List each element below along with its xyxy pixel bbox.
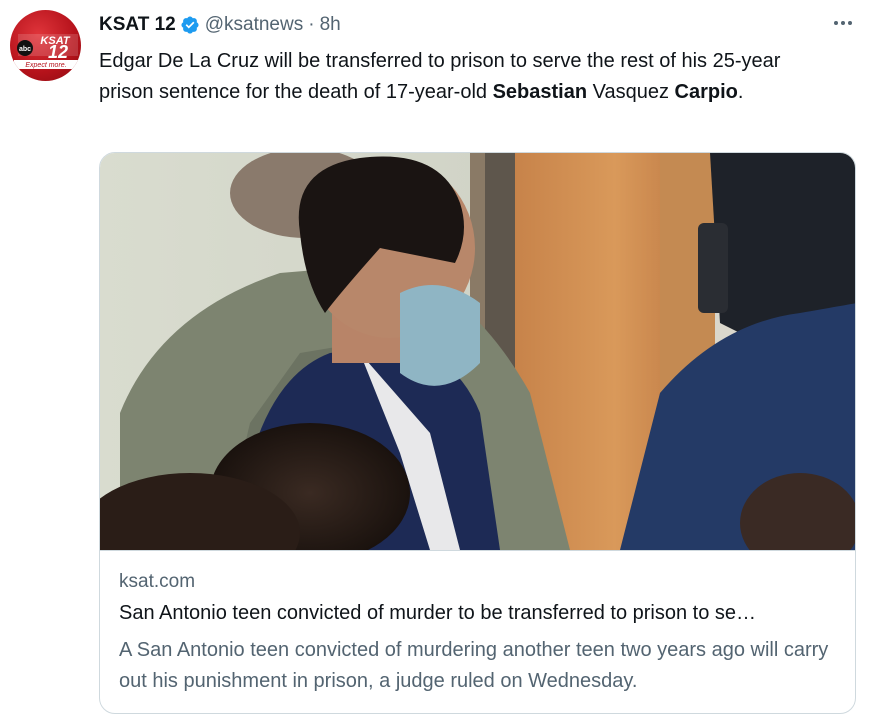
card-description: A San Antonio teen convicted of murderin… <box>119 639 829 692</box>
more-horizontal-icon <box>834 21 852 25</box>
svg-text:Expect more.: Expect more. <box>25 62 66 69</box>
verified-badge-icon <box>181 16 199 34</box>
card-title[interactable]: San Antonio teen convicted of murder to … <box>119 602 839 625</box>
courtroom-photo[interactable] <box>100 153 856 550</box>
author-handle[interactable]: @ksatnews <box>205 14 304 36</box>
ksat12-logo-icon: abc KSAT 12 Expect more. <box>14 34 78 69</box>
card-body[interactable]: ksat.com San Antonio teen convicted of m… <box>100 550 855 713</box>
avatar[interactable]: abc KSAT 12 Expect more. <box>10 10 81 81</box>
tweet-text-part2: Vasquez <box>587 81 675 103</box>
svg-text:12: 12 <box>48 42 68 62</box>
tweet-bold-carpio: Carpio <box>674 81 738 103</box>
more-options-button[interactable] <box>828 8 858 38</box>
card-domain: ksat.com <box>119 571 196 592</box>
tweet-bold-sebastian: Sebastian <box>492 81 588 103</box>
tweet-text-part3: . <box>737 81 744 103</box>
svg-text:abc: abc <box>19 46 31 53</box>
tweet-timestamp[interactable]: 8h <box>320 14 341 36</box>
link-card[interactable]: ksat.com San Antonio teen convicted of m… <box>99 152 856 714</box>
separator-dot: · <box>308 14 315 35</box>
tweet-text: Edgar De La Cruz will be transferred to … <box>99 46 834 108</box>
author-name[interactable]: KSAT 12 <box>99 14 176 36</box>
tweet-header: KSAT 12 @ksatnews · 8h <box>99 12 341 38</box>
